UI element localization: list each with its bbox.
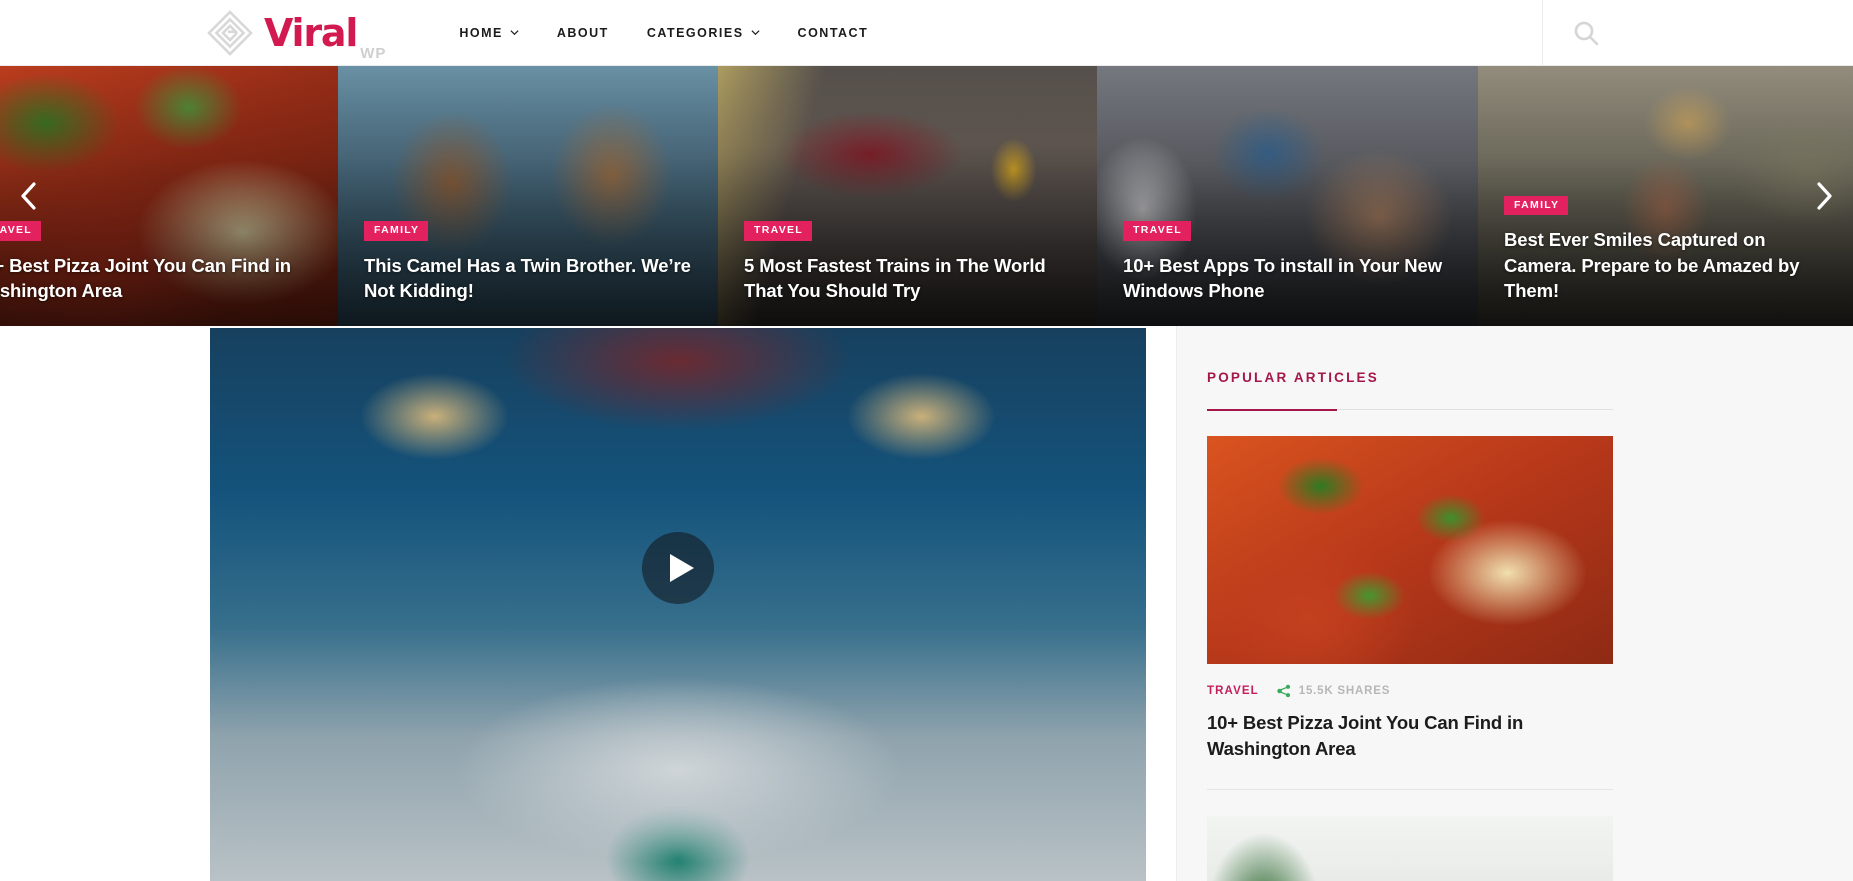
nav-label: CONTACT: [797, 25, 869, 40]
play-icon: [669, 554, 694, 582]
site-logo[interactable]: Viral WP: [206, 0, 386, 66]
slide-category-badge[interactable]: TRAVEL: [744, 221, 813, 241]
featured-slider: TRAVEL 10+ Best Pizza Joint You Can Find…: [0, 66, 1853, 326]
page-body: POPULAR ARTICLES TRAVEL 15.5K SHARES 10+: [0, 326, 1853, 881]
video-thumbnail-tuktuk: [210, 328, 1146, 881]
nav-item-home[interactable]: HOME: [440, 0, 538, 66]
slide-item[interactable]: TRAVEL 10+ Best Apps To install in Your …: [1097, 66, 1478, 326]
chevron-left-icon: [21, 182, 36, 210]
slide-title[interactable]: 10+ Best Apps To install in Your New Win…: [1123, 253, 1458, 304]
article-share-count: 15.5K SHARES: [1298, 685, 1391, 697]
play-button[interactable]: [642, 532, 714, 604]
search-button[interactable]: [1543, 0, 1629, 66]
nav-item-about[interactable]: ABOUT: [538, 0, 628, 66]
slide-caption: FAMILY This Camel Has a Twin Brother. We…: [364, 220, 698, 304]
sidebar: POPULAR ARTICLES TRAVEL 15.5K SHARES 10+: [1176, 326, 1853, 881]
nav-label: HOME: [459, 25, 503, 40]
share-icon: [1277, 684, 1291, 698]
logo-suffix: WP: [360, 44, 387, 62]
slide-category-badge[interactable]: FAMILY: [1504, 195, 1569, 216]
main-content-column: [0, 326, 1176, 881]
site-header: Viral WP HOME ABOUT CATEGORIES CONTACT: [0, 0, 1853, 66]
search-icon: [1574, 21, 1599, 45]
slide-caption: TRAVEL 5 Most Fastest Trains in The Worl…: [744, 220, 1077, 304]
featured-video-card[interactable]: [210, 328, 1146, 881]
slide-title[interactable]: This Camel Has a Twin Brother. We’re Not…: [364, 253, 698, 304]
nav-item-contact[interactable]: CONTACT: [779, 0, 888, 66]
popular-article-item[interactable]: [1207, 790, 1613, 881]
slide-category-badge[interactable]: FAMILY: [364, 221, 429, 241]
nav-item-categories[interactable]: CATEGORIES: [628, 0, 779, 66]
slide-title[interactable]: 5 Most Fastest Trains in The World That …: [744, 253, 1077, 304]
slider-next-button[interactable]: [1795, 66, 1853, 326]
chevron-right-icon: [1817, 182, 1832, 210]
nav-label: ABOUT: [556, 25, 609, 40]
slide-title[interactable]: Best Ever Smiles Captured on Camera. Pre…: [1504, 227, 1833, 304]
widget-underline: [1207, 409, 1613, 411]
slide-item[interactable]: FAMILY This Camel Has a Twin Brother. We…: [338, 66, 718, 326]
slide-caption: TRAVEL 10+ Best Apps To install in Your …: [1123, 220, 1458, 304]
article-title[interactable]: 10+ Best Pizza Joint You Can Find in Was…: [1207, 710, 1613, 763]
header-spacer: [1629, 0, 1853, 66]
header-right-area: [1542, 0, 1853, 66]
logo-text: Viral: [264, 10, 358, 55]
main-navigation: HOME ABOUT CATEGORIES CONTACT: [440, 0, 887, 66]
article-thumbnail-portrait[interactable]: [1207, 815, 1613, 881]
article-category[interactable]: TRAVEL: [1207, 685, 1259, 697]
nav-label: CATEGORIES: [646, 25, 744, 40]
popular-articles-heading: POPULAR ARTICLES: [1207, 370, 1379, 385]
chevron-down-icon: [510, 30, 519, 36]
slide-caption: FAMILY Best Ever Smiles Captured on Came…: [1504, 195, 1833, 304]
slider-prev-button[interactable]: [0, 66, 58, 326]
chevron-down-icon: [751, 30, 760, 36]
slide-item[interactable]: TRAVEL 5 Most Fastest Trains in The Worl…: [718, 66, 1097, 326]
diamond-spiral-logo-icon: [207, 9, 253, 56]
popular-article-item[interactable]: TRAVEL 15.5K SHARES 10+ Best Pizza Joint…: [1207, 410, 1613, 763]
slide-category-badge[interactable]: TRAVEL: [1123, 221, 1192, 241]
article-thumbnail-pizza[interactable]: [1207, 436, 1613, 664]
article-meta: TRAVEL 15.5K SHARES: [1207, 684, 1613, 698]
